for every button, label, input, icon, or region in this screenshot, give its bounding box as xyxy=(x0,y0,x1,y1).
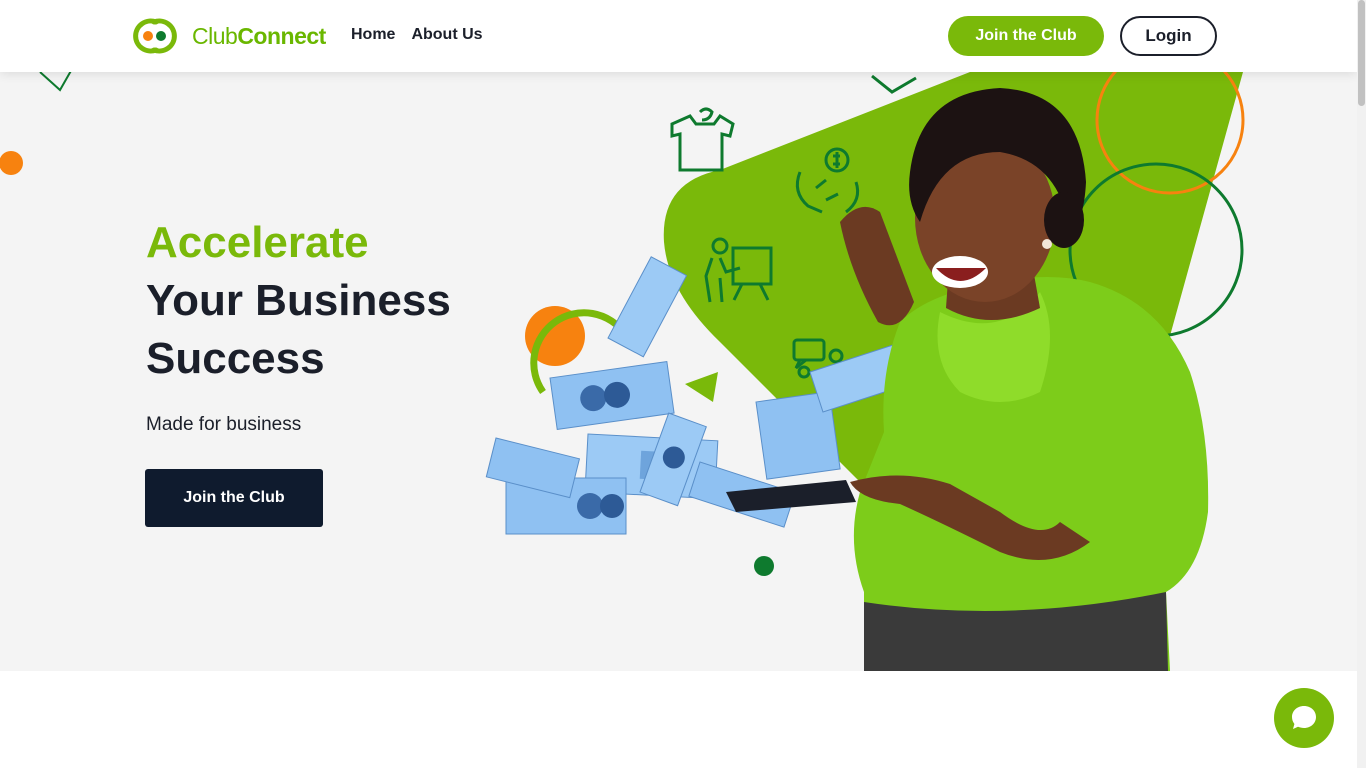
chart-icon xyxy=(871,74,917,94)
hero-subhead: Made for business xyxy=(146,414,302,435)
chat-widget-button[interactable] xyxy=(1274,688,1334,748)
headline-line-2: Your Business xyxy=(146,276,451,325)
page-scrollbar[interactable] xyxy=(1357,0,1366,768)
main-nav: Home About Us xyxy=(351,26,483,44)
hero-headline: Accelerate Your Business Success xyxy=(146,214,451,388)
below-fold-section xyxy=(0,671,1357,768)
logo-text-connect: Connect xyxy=(237,22,326,49)
page: ClubConnect Home About Us Join the Club … xyxy=(0,0,1366,768)
orange-dot-decor xyxy=(0,151,23,175)
logo[interactable]: ClubConnect xyxy=(132,18,326,54)
dark-green-dot-decor xyxy=(754,556,774,576)
logo-text: ClubConnect xyxy=(192,23,326,50)
logo-mark-icon xyxy=(132,18,178,54)
login-button[interactable]: Login xyxy=(1120,16,1217,56)
site-header: ClubConnect Home About Us Join the Club … xyxy=(0,0,1357,72)
chat-bubble-icon xyxy=(1292,706,1316,729)
nav-about-link[interactable]: About Us xyxy=(411,26,482,44)
headline-line-3: Success xyxy=(146,334,325,383)
join-club-header-button[interactable]: Join the Club xyxy=(948,16,1104,56)
tshirt-icon xyxy=(670,107,735,172)
headline-accent: Accelerate xyxy=(146,218,369,267)
logo-text-club: Club xyxy=(192,22,238,49)
hero-section: Accelerate Your Business Success Made fo… xyxy=(0,72,1357,671)
small-triangle-decor xyxy=(685,372,718,402)
scrollbar-thumb[interactable] xyxy=(1358,0,1365,106)
corner-triangle-decor xyxy=(39,72,72,92)
nav-home-link[interactable]: Home xyxy=(351,26,395,44)
join-club-hero-button[interactable]: Join the Club xyxy=(145,469,323,527)
